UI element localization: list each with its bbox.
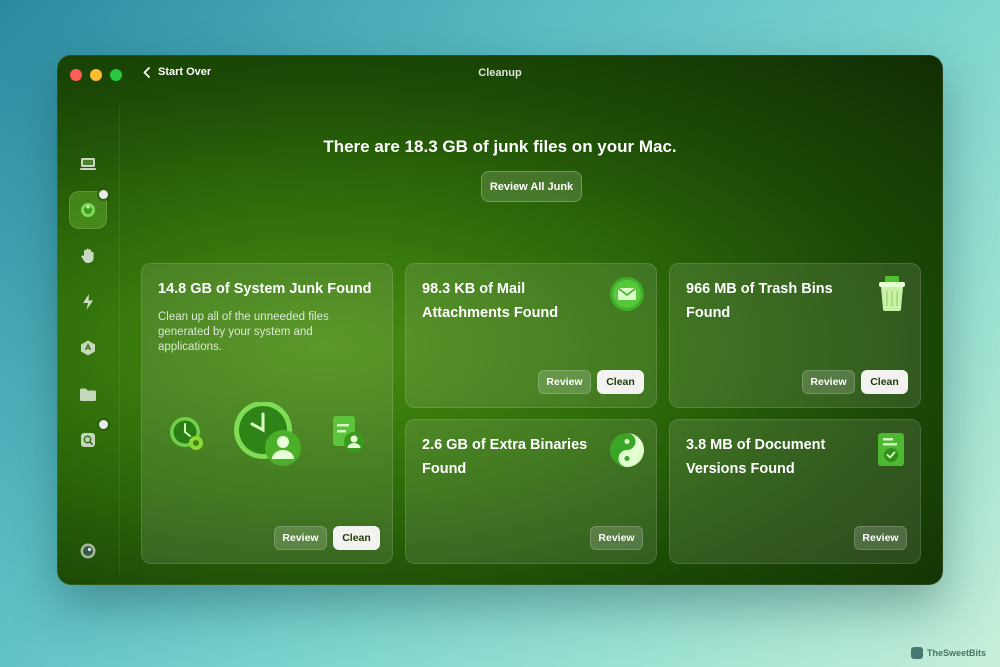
junk-summary-headline: There are 18.3 GB of junk files on your … <box>323 137 677 156</box>
card-title-line: Attachments Found <box>422 305 559 321</box>
trash-bins-review-button[interactable]: Review <box>802 370 855 394</box>
applications-icon <box>81 340 95 356</box>
space-lens-icon <box>81 433 95 447</box>
card-title: 14.8 GB of System Junk Found <box>158 281 372 297</box>
watermark-logo-icon <box>910 647 923 659</box>
mail-attachments-clean-button[interactable]: Clean <box>597 370 644 394</box>
trash-bin-icon <box>879 276 905 311</box>
card-title-line: Found <box>686 305 731 321</box>
sidebar-item-my-clutter[interactable] <box>69 375 107 413</box>
my-clutter-folder-icon <box>80 388 96 401</box>
trash-bins-card: 966 MB of Trash Bins Found Review Clean <box>669 263 921 408</box>
watermark: TheSweetBits <box>910 647 986 659</box>
card-title: 2.6 GB of Extra Binaries Found <box>422 433 587 481</box>
card-title: 966 MB of Trash Bins Found <box>686 277 833 325</box>
cleanup-window: Start Over Cleanup There are 18.3 GB of … <box>57 55 943 585</box>
document-versions-review-button[interactable]: Review <box>854 526 907 550</box>
extra-binaries-card: 2.6 GB of Extra Binaries Found Review <box>405 419 657 564</box>
sidebar-item-performance[interactable] <box>69 283 107 321</box>
card-title-line: 2.6 GB of Extra Binaries <box>422 437 588 453</box>
system-junk-card: 14.8 GB of System Junk Found Clean up al… <box>141 263 393 564</box>
card-description: Clean up all of the unneeded files gener… <box>158 311 329 353</box>
card-title: 98.3 KB of Mail Attachments Found <box>422 277 558 325</box>
card-title: 3.8 MB of Document Versions Found <box>686 433 825 481</box>
sidebar-item-applications[interactable] <box>69 329 107 367</box>
card-title-line: 3.8 MB of Document <box>686 437 826 453</box>
sidebar-item-space-lens[interactable] <box>69 420 108 459</box>
system-junk-review-button[interactable]: Review <box>274 526 327 550</box>
computer-icon <box>80 158 96 170</box>
notification-badge <box>99 190 108 199</box>
extra-binaries-review-button[interactable]: Review <box>590 526 643 550</box>
binaries-yin-yang-icon <box>610 433 644 467</box>
sidebar <box>57 105 120 575</box>
trash-bins-clean-button[interactable]: Clean <box>861 370 908 394</box>
card-title-line: Found <box>422 461 467 477</box>
document-versions-card: 3.8 MB of Document Versions Found Review <box>669 419 921 564</box>
sidebar-item-protection[interactable] <box>69 237 107 275</box>
review-all-junk-button[interactable]: Review All Junk <box>481 171 582 202</box>
mail-envelope-icon <box>610 277 644 311</box>
notification-badge <box>99 420 108 429</box>
system-junk-clean-button[interactable]: Clean <box>333 526 380 550</box>
card-title-line: 98.3 KB of Mail <box>422 281 526 297</box>
window-title: Cleanup <box>478 67 522 79</box>
card-title-line: 966 MB of Trash Bins <box>686 281 833 297</box>
mail-attachments-review-button[interactable]: Review <box>538 370 591 394</box>
sidebar-item-cleanup[interactable] <box>69 190 108 229</box>
watermark-text: TheSweetBits <box>926 648 986 658</box>
assistant-icon <box>80 543 96 559</box>
mail-attachments-card: 98.3 KB of Mail Attachments Found Review… <box>405 263 657 408</box>
document-versions-icon <box>878 433 904 466</box>
protection-hand-icon <box>81 248 94 263</box>
cleanup-icon <box>81 203 95 217</box>
sidebar-item-assistant[interactable] <box>69 532 107 570</box>
system-junk-illustration-icon <box>170 402 364 466</box>
card-title-line: Versions Found <box>686 461 795 477</box>
performance-bolt-icon <box>83 294 93 310</box>
